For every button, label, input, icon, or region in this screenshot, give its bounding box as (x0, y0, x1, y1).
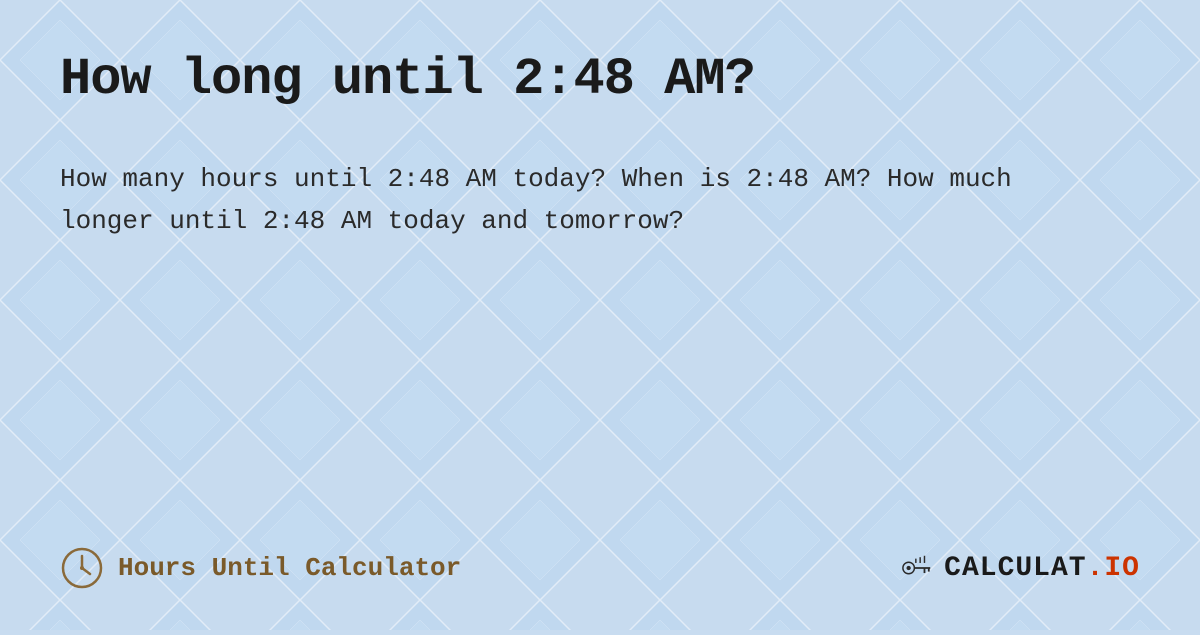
clock-icon (60, 546, 104, 590)
footer-brand-label: Hours Until Calculator (118, 553, 461, 583)
footer-brand-left: Hours Until Calculator (60, 546, 461, 590)
calculat-icon (900, 550, 936, 586)
calculat-logo-text: CALCULAT (944, 553, 1086, 584)
footer: Hours Until Calculator CALCULAT.IO (60, 526, 1140, 590)
calculat-logo: CALCULAT.IO (944, 553, 1140, 584)
calculat-logo-tld: .IO (1087, 553, 1140, 584)
page-title: How long until 2:48 AM? (60, 50, 1140, 109)
footer-logo-right: CALCULAT.IO (900, 550, 1140, 586)
page-description: How many hours until 2:48 AM today? When… (60, 159, 1110, 242)
main-content: How long until 2:48 AM? How many hours u… (60, 50, 1140, 526)
